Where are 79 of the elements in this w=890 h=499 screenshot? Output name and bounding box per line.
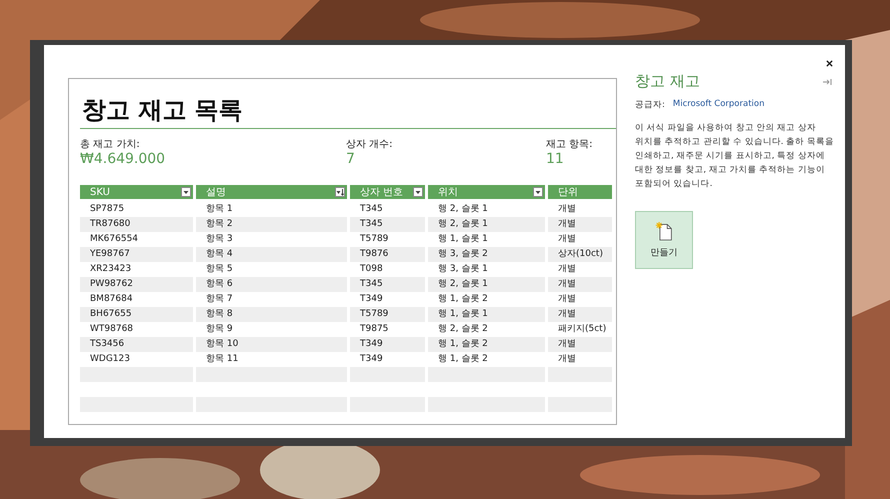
table-cell: BH67655 — [80, 307, 193, 322]
table-cell: 개별 — [548, 277, 612, 292]
table-cell-text: T9875 — [359, 323, 390, 336]
table-cell-text: 항목 5 — [205, 263, 234, 276]
table-cell: 항목 10 — [196, 337, 347, 352]
sort-filter-icon[interactable] — [335, 187, 345, 197]
table-cell-text: 개별 — [557, 233, 577, 246]
table-cell-text: 항목 3 — [205, 233, 234, 246]
table-cell-text: 개별 — [557, 353, 577, 366]
table-cell-text: 개별 — [557, 263, 577, 276]
table-cell: 행 1, 슬롯 2 — [428, 337, 545, 352]
publisher-name: Microsoft Corporation — [672, 99, 764, 111]
column-header: 위치 — [428, 185, 545, 199]
template-description: 이 서식 파일을 사용하여 창고 안의 재고 상자 위치를 추적하고 관리할 수 있습니다. 출하 목록을 인쇄하고, 재주문 시기를 표시하고, 특정 상자에 대한 정보를 찾고, 재고 가치를 추적하는 기능이 포함되어 있습니다. — [635, 122, 835, 191]
table-cell: 행 1, 슬롯 1 — [428, 307, 545, 322]
create-button[interactable]: 만들기 — [635, 211, 693, 269]
stat-value: 7 — [346, 151, 356, 168]
filter-dropdown-icon[interactable] — [533, 187, 543, 197]
column-header: SKU — [80, 185, 193, 199]
table-cell-text: WDG123 — [89, 353, 131, 366]
table-cell-text: 행 1, 슬롯 2 — [437, 293, 489, 306]
table-cell: T9876 — [350, 247, 425, 262]
table-cell-text: SP7875 — [89, 203, 126, 216]
table-cell: T5789 — [350, 307, 425, 322]
table-cell: 개별 — [548, 337, 612, 352]
table-cell-text: XR23423 — [89, 263, 132, 276]
table-cell: TR87680 — [80, 217, 193, 232]
table-cell: 개별 — [548, 217, 612, 232]
table-cell: PW98762 — [80, 277, 193, 292]
table-cell-text: 항목 1 — [205, 203, 234, 216]
table-cell: T349 — [350, 337, 425, 352]
stat-label: 상자 개수: — [346, 139, 394, 151]
table-cell: YE98767 — [80, 247, 193, 262]
table-cell-text: 행 3, 슬롯 1 — [437, 263, 489, 276]
table-cell: 행 3, 슬롯 2 — [428, 247, 545, 262]
new-document-icon — [655, 221, 673, 241]
table-cell: 항목 6 — [196, 277, 347, 292]
table-cell-text: T5789 — [359, 233, 390, 246]
table-cell-text: 항목 11 — [205, 353, 240, 366]
table-cell-text: 행 2, 슬롯 2 — [437, 323, 489, 336]
table-cell-text: 항목 7 — [205, 293, 234, 306]
filter-dropdown-icon[interactable] — [413, 187, 423, 197]
table-cell-text: 행 2, 슬롯 1 — [437, 203, 489, 216]
table-cell-text: BM87684 — [89, 293, 134, 306]
table-cell-text: T349 — [359, 353, 384, 366]
column-header: 단위 — [548, 185, 612, 199]
table-cell-text: 패키지(5ct) — [557, 323, 608, 336]
filter-dropdown-icon[interactable] — [181, 187, 191, 197]
table-cell: T345 — [350, 217, 425, 232]
close-icon[interactable] — [826, 60, 833, 67]
table-cell: T345 — [350, 277, 425, 292]
column-header: 설명 — [196, 185, 347, 199]
table-cell: 개별 — [548, 307, 612, 322]
table-cell: 항목 8 — [196, 307, 347, 322]
stat-label: 재고 항목: — [546, 139, 593, 151]
table-cell: TS3456 — [80, 337, 193, 352]
table-cell: 상자(10ct) — [548, 247, 612, 262]
table-cell: 항목 2 — [196, 217, 347, 232]
table-cell-text: 개별 — [557, 203, 577, 216]
table-cell: 행 2, 슬롯 1 — [428, 277, 545, 292]
pin-icon[interactable] — [823, 78, 833, 86]
stat-value: ₩4.649.000 — [80, 151, 166, 168]
table-cell-text: T349 — [359, 293, 384, 306]
sheet-title: 창고 재고 목록 — [80, 93, 616, 129]
table-cell-text: 행 1, 슬롯 1 — [437, 233, 489, 246]
table-cell-text: WT98768 — [89, 323, 134, 336]
table-cell: 항목 4 — [196, 247, 347, 262]
publisher-label: 공급자: — [635, 99, 665, 111]
table-cell-text: 항목 9 — [205, 323, 234, 336]
stat-value: 11 — [546, 151, 565, 168]
table-cell: 행 2, 슬롯 1 — [428, 217, 545, 232]
column-header: 상자 번호 — [350, 185, 425, 199]
stat-label: 총 재고 가치: — [80, 139, 141, 151]
table-cell-text: 개별 — [557, 293, 577, 306]
table-cell-text: T098 — [359, 263, 384, 276]
template-title: 창고 재고 — [635, 72, 700, 91]
table-cell-text: MK676554 — [89, 233, 140, 246]
table-cell-text: 행 1, 슬롯 2 — [437, 353, 489, 366]
table-cell-text: T345 — [359, 203, 384, 216]
